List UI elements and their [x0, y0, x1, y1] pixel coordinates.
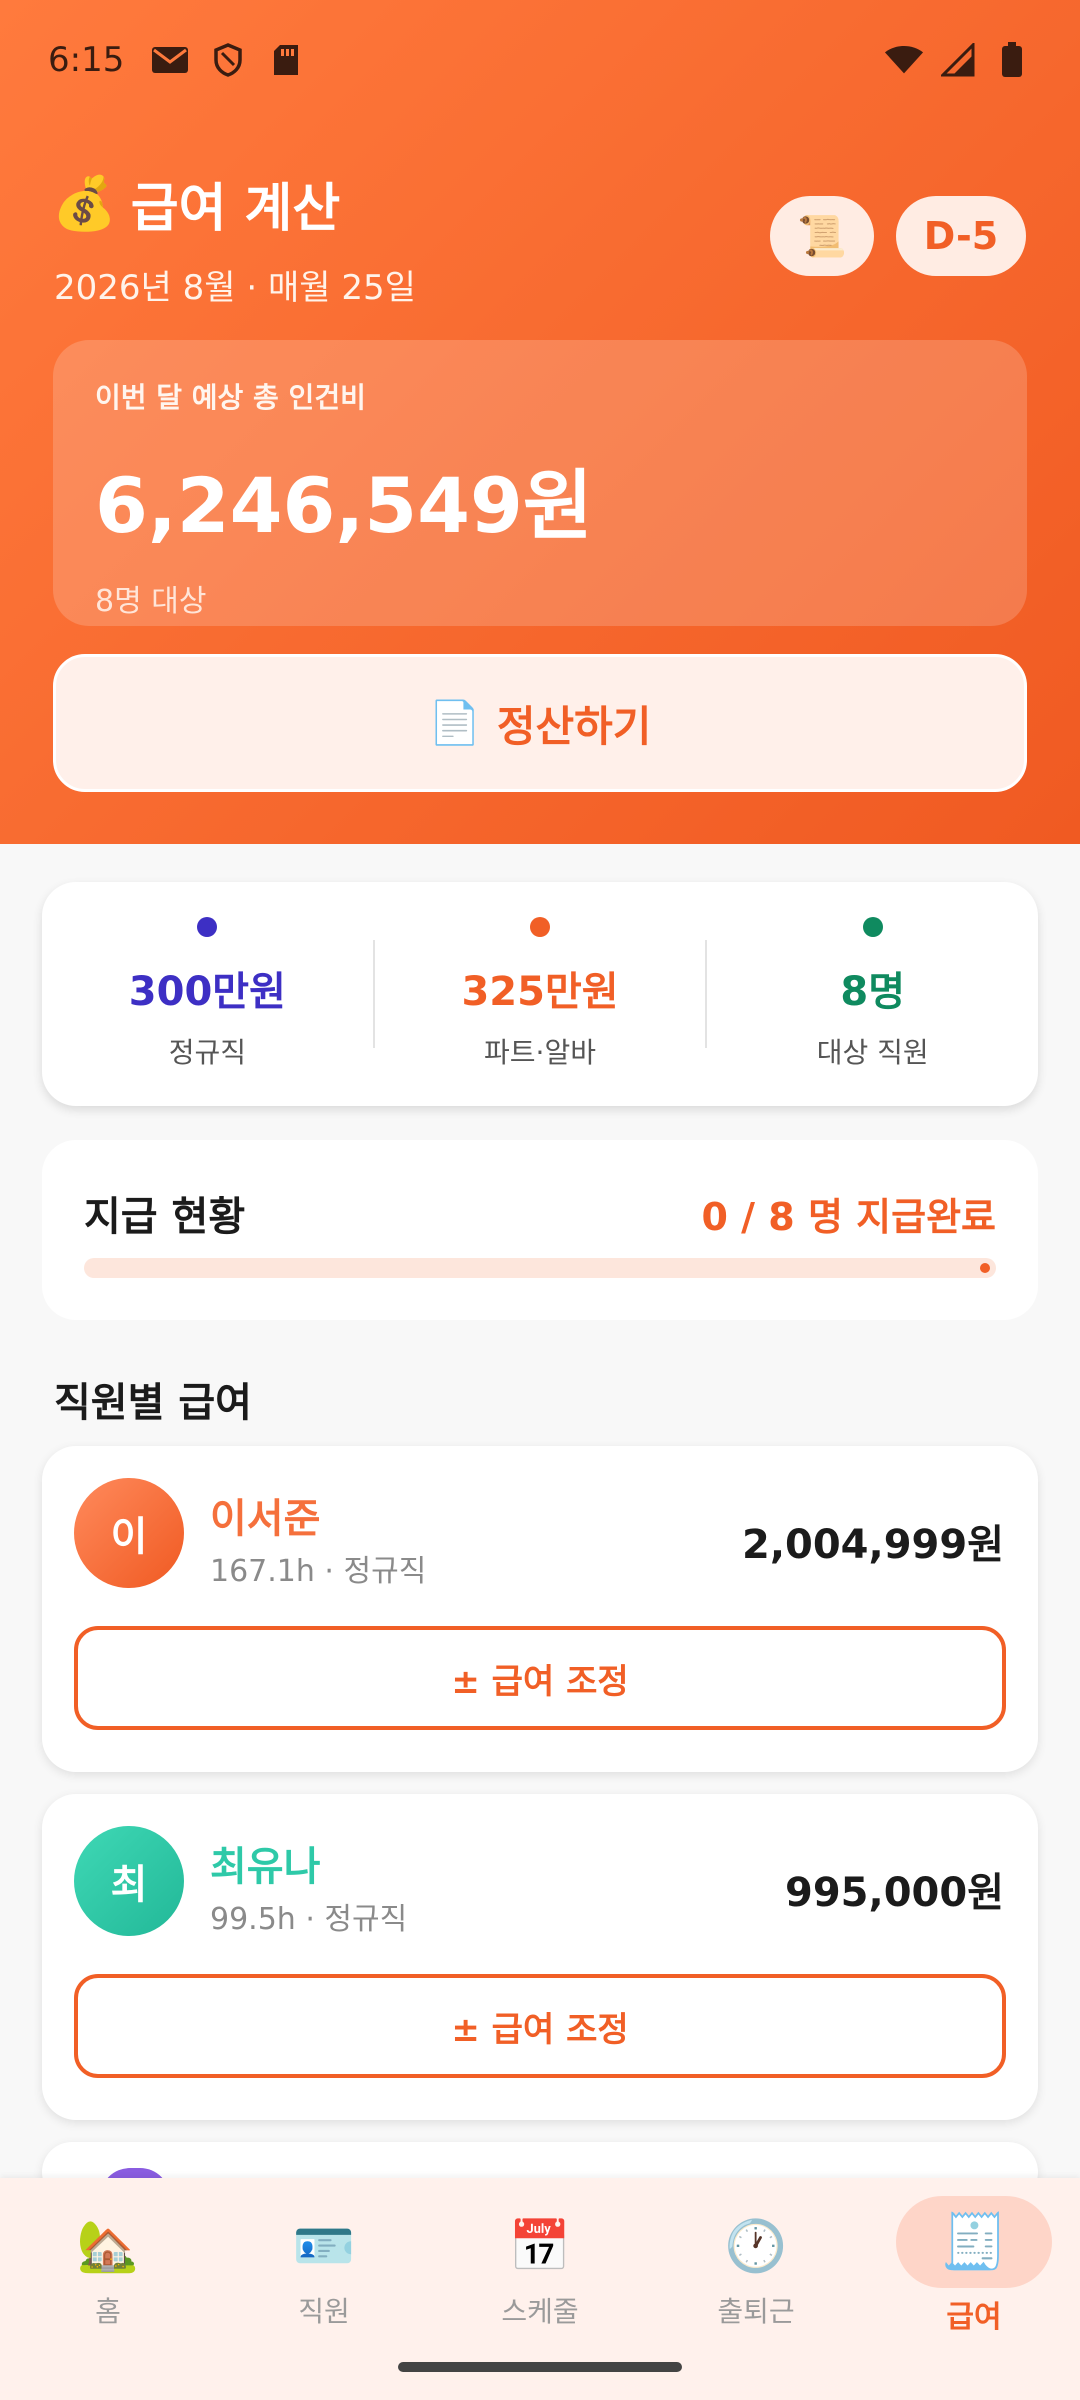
nav-attendance[interactable]: 🕐 출퇴근: [656, 2196, 856, 2346]
nav-label: 급여: [946, 2300, 1002, 2335]
home-indicator[interactable]: [398, 2362, 682, 2372]
stat-value: 325만원: [461, 969, 619, 1015]
payment-status-title: 지급 현황: [84, 1194, 246, 1240]
employee-meta: 99.5h · 정규직: [210, 1902, 408, 1937]
nav-payroll[interactable]: 🧾 급여: [896, 2196, 1052, 2346]
status-bar: 6:15: [0, 0, 1080, 120]
stat-dot: [197, 917, 218, 937]
avatar: 최: [74, 1826, 184, 1936]
adjust-salary-button[interactable]: ± 급여 조정: [74, 1974, 1006, 2078]
shield-icon: [208, 40, 248, 80]
stats-card: 300만원 정규직 325만원 파트·알바 8명 대상 직원: [42, 882, 1038, 1106]
payment-status-card: 지급 현황 0 / 8 명 지급완료: [42, 1140, 1038, 1320]
total-label: 이번 달 예상 총 인건비: [95, 381, 366, 414]
stat-target-staff: 8명 대상 직원: [707, 917, 1038, 1071]
nav-label: 출퇴근: [717, 2295, 795, 2328]
document-icon: 📄: [428, 698, 481, 747]
dday-badge[interactable]: D-5: [896, 196, 1026, 276]
payroll-header: 6:15 💰 급여 계산 2026년 8월 · 매월 25일 📜 D-5 이번 …: [0, 0, 1080, 844]
calendar-icon: 📅: [508, 2216, 572, 2275]
stat-dot: [862, 917, 883, 937]
clock-icon: 🕐: [724, 2216, 788, 2275]
employee-card[interactable]: 최 최유나 99.5h · 정규직 995,000원 ± 급여 조정: [42, 1794, 1038, 2120]
home-icon: 🏡: [76, 2216, 140, 2275]
stat-parttime: 325만원 파트·알바: [375, 917, 706, 1071]
employee-salary: 2,004,999원: [741, 1522, 1004, 1568]
stat-label: 대상 직원: [816, 1036, 929, 1069]
status-time: 6:15: [48, 40, 125, 80]
adjust-salary-button[interactable]: ± 급여 조정: [74, 1626, 1006, 1730]
employee-card[interactable]: 이 이서준 167.1h · 정규직 2,004,999원 ± 급여 조정: [42, 1446, 1038, 1772]
employee-salary: 995,000원: [785, 1870, 1004, 1916]
stat-label: 정규직: [168, 1036, 246, 1069]
nav-home[interactable]: 🏡 홈: [8, 2196, 208, 2346]
receipt-icon: 🧾: [940, 2210, 1008, 2273]
page-title-text: 급여 계산: [130, 179, 341, 239]
stat-fulltime: 300만원 정규직: [42, 917, 373, 1071]
settle-button[interactable]: 📄 정산하기: [53, 654, 1027, 792]
nav-label: 홈: [95, 2295, 121, 2328]
payment-progress-bar: [84, 1258, 996, 1278]
total-amount: 6,246,549원: [95, 461, 593, 550]
nav-label: 직원: [298, 2295, 350, 2328]
total-sub: 8명 대상: [95, 584, 207, 619]
avatar: 이: [74, 1478, 184, 1588]
stat-value: 300만원: [128, 969, 286, 1015]
payment-status-count: 0 / 8 명 지급완료: [701, 1195, 996, 1239]
sd-card-icon: [266, 40, 306, 80]
page-title: 💰 급여 계산: [52, 166, 340, 241]
pay-period: 2026년 8월 · 매월 25일: [54, 268, 416, 308]
nav-schedule[interactable]: 📅 스케줄: [440, 2196, 640, 2346]
scroll-icon: 📜: [797, 213, 847, 260]
settle-button-label: 정산하기: [496, 701, 652, 751]
mail-icon: [150, 40, 190, 80]
stat-label: 파트·알바: [484, 1036, 596, 1069]
nav-active-indicator: 🧾: [896, 2196, 1052, 2288]
wifi-icon: [884, 40, 924, 80]
employee-name: 이서준: [210, 1496, 321, 1542]
section-title-employee-pay: 직원별 급여: [54, 1380, 252, 1426]
history-button[interactable]: 📜: [770, 196, 874, 276]
total-labor-cost-card: 이번 달 예상 총 인건비 6,246,549원 8명 대상: [53, 340, 1027, 626]
stat-value: 8명: [840, 969, 905, 1015]
nav-staff[interactable]: 🪪 직원: [224, 2196, 424, 2346]
battery-icon: [992, 40, 1032, 80]
stat-dot: [530, 917, 550, 937]
nav-label: 스케줄: [501, 2295, 579, 2328]
progress-end-dot: [980, 1263, 990, 1273]
signal-icon: [938, 40, 978, 80]
employee-name: 최유나: [210, 1844, 321, 1890]
employee-meta: 167.1h · 정규직: [210, 1554, 427, 1589]
money-bag-icon: 💰: [52, 174, 117, 234]
id-card-icon: 🪪: [292, 2216, 356, 2275]
